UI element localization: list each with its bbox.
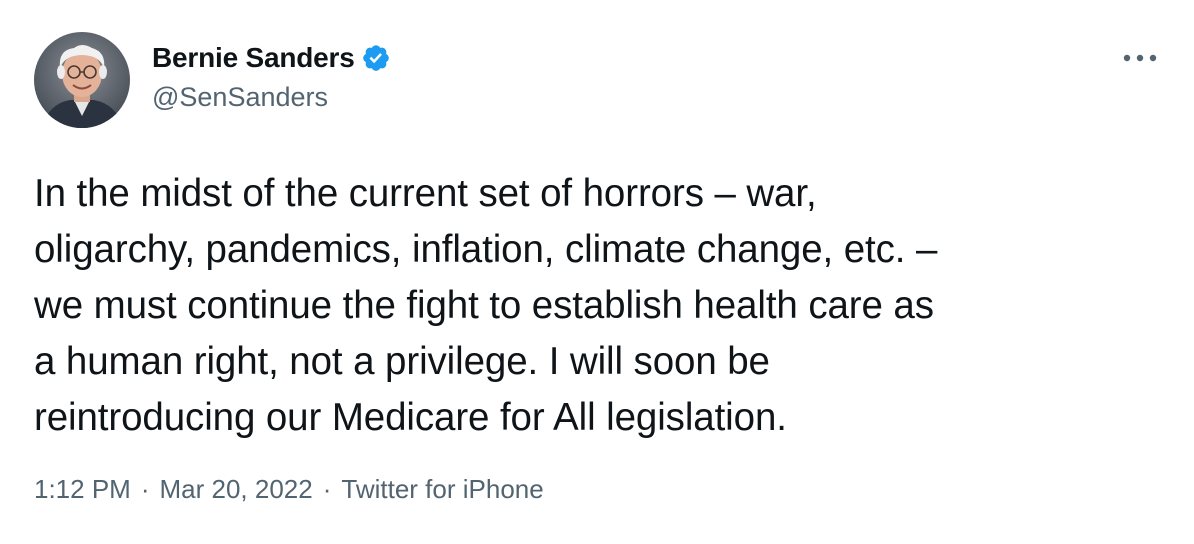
verified-badge-icon [361, 43, 391, 73]
display-name[interactable]: Bernie Sanders [152, 42, 355, 74]
name-row: Bernie Sanders [152, 40, 391, 76]
tweet-meta: 1:12 PM · Mar 20, 2022 · Twitter for iPh… [34, 474, 544, 505]
meta-separator: · [140, 474, 150, 504]
timestamp-date-link[interactable]: Mar 20, 2022 [160, 474, 313, 505]
user-handle[interactable]: @SenSanders [152, 82, 391, 113]
more-horizontal-icon [1123, 54, 1157, 62]
more-options-button[interactable] [1116, 44, 1164, 72]
author-block: Bernie Sanders @SenSanders [152, 40, 391, 113]
tweet-text: In the midst of the current set of horro… [34, 172, 938, 439]
meta-separator: · [322, 474, 332, 504]
timestamp-time-link[interactable]: 1:12 PM [34, 474, 131, 505]
tweet-card: Bernie Sanders @SenSanders In the midst … [0, 0, 1194, 544]
source-link[interactable]: Twitter for iPhone [341, 474, 543, 505]
avatar[interactable] [34, 32, 130, 128]
